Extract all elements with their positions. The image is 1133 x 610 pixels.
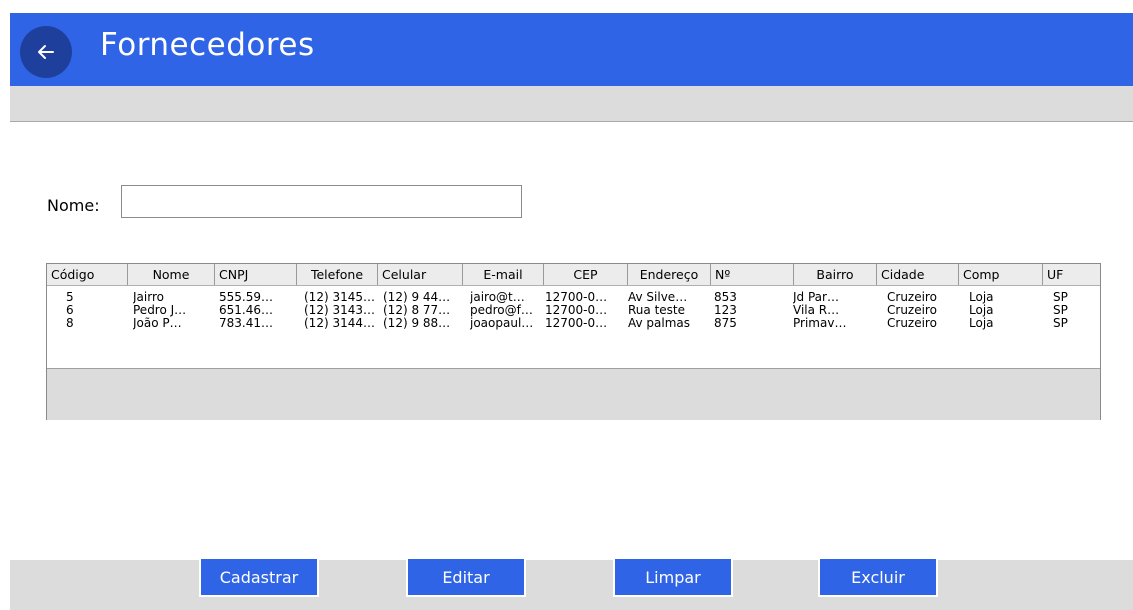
column-header-comp[interactable]: Comp: [959, 264, 1043, 285]
cell-bairro: Vila R…: [793, 304, 840, 317]
table-row[interactable]: 5 Jairro 555.59… (12) 3145… (12) 9 44… j…: [47, 291, 1100, 304]
back-button[interactable]: [20, 26, 72, 78]
cell-celular: (12) 9 44…: [383, 291, 451, 304]
cell-uf: SP: [1053, 304, 1068, 317]
cell-codigo: 5: [66, 291, 74, 304]
limpar-button[interactable]: Limpar: [613, 557, 733, 597]
cell-endereco: Rua teste: [628, 304, 685, 317]
cell-comp: Loja: [969, 304, 994, 317]
column-header-numero[interactable]: Nº: [711, 264, 794, 285]
cell-cidade: Cruzeiro: [887, 304, 937, 317]
cell-bairro: Primav…: [793, 317, 847, 330]
cell-nome: João P…: [133, 317, 182, 330]
cell-telefone: (12) 3143…: [304, 304, 375, 317]
cell-cidade: Cruzeiro: [887, 291, 937, 304]
cell-cnpj: 783.41…: [219, 317, 273, 330]
cell-codigo: 8: [66, 317, 74, 330]
app-header: Fornecedores: [10, 13, 1133, 86]
column-header-celular[interactable]: Celular: [378, 264, 463, 285]
cadastrar-button[interactable]: Cadastrar: [199, 557, 319, 597]
cell-cep: 12700-0…: [545, 291, 608, 304]
column-header-uf[interactable]: UF: [1043, 264, 1102, 285]
cell-cidade: Cruzeiro: [887, 317, 937, 330]
name-input[interactable]: [121, 185, 522, 218]
arrow-left-icon: [38, 45, 54, 59]
column-header-bairro[interactable]: Bairro: [794, 264, 877, 285]
cell-email: jairo@t…: [470, 291, 525, 304]
column-header-cnpj[interactable]: CNPJ: [215, 264, 297, 285]
page-title: Fornecedores: [100, 27, 315, 63]
cell-celular: (12) 8 77…: [383, 304, 451, 317]
cell-cep: 12700-0…: [545, 317, 608, 330]
table-body: 5 Jairro 555.59… (12) 3145… (12) 9 44… j…: [47, 286, 1100, 368]
table-header: Código Nome CNPJ Telefone Celular E-mail…: [47, 264, 1100, 286]
cell-celular: (12) 9 88…: [383, 317, 451, 330]
cell-cnpj: 651.46…: [219, 304, 273, 317]
table-footer: [47, 368, 1100, 420]
cell-email: pedro@f…: [470, 304, 533, 317]
cell-comp: Loja: [969, 317, 994, 330]
cell-nome: Jairro: [133, 291, 164, 304]
excluir-button[interactable]: Excluir: [818, 557, 938, 597]
suppliers-table[interactable]: Código Nome CNPJ Telefone Celular E-mail…: [46, 263, 1101, 420]
cell-cep: 12700-0…: [545, 304, 608, 317]
column-header-cidade[interactable]: Cidade: [877, 264, 959, 285]
cell-endereco: Av palmas: [628, 317, 691, 330]
name-label: Nome:: [47, 196, 100, 215]
cell-codigo: 6: [66, 304, 74, 317]
cell-telefone: (12) 3145…: [304, 291, 375, 304]
column-header-endereco[interactable]: Endereço: [628, 264, 711, 285]
editar-button[interactable]: Editar: [406, 557, 526, 597]
cell-numero: 853: [714, 291, 737, 304]
cell-numero: 123: [714, 304, 737, 317]
column-header-codigo[interactable]: Código: [47, 264, 128, 285]
cell-uf: SP: [1053, 291, 1068, 304]
column-header-nome[interactable]: Nome: [128, 264, 215, 285]
cell-endereco: Av Silve…: [628, 291, 688, 304]
column-header-email[interactable]: E-mail: [463, 264, 544, 285]
table-row[interactable]: 6 Pedro J… 651.46… (12) 3143… (12) 8 77……: [47, 304, 1100, 317]
table-row[interactable]: 8 João P… 783.41… (12) 3144… (12) 9 88… …: [47, 317, 1100, 330]
cell-cnpj: 555.59…: [219, 291, 273, 304]
cell-nome: Pedro J…: [133, 304, 187, 317]
toolbar-strip: [10, 86, 1133, 122]
cell-telefone: (12) 3144…: [304, 317, 375, 330]
cell-bairro: Jd Par…: [793, 291, 839, 304]
column-header-telefone[interactable]: Telefone: [297, 264, 378, 285]
cell-numero: 875: [714, 317, 737, 330]
action-bar: [10, 560, 1133, 610]
cell-uf: SP: [1053, 317, 1068, 330]
column-header-cep[interactable]: CEP: [544, 264, 628, 285]
cell-comp: Loja: [969, 291, 994, 304]
cell-email: joaopaul…: [470, 317, 534, 330]
